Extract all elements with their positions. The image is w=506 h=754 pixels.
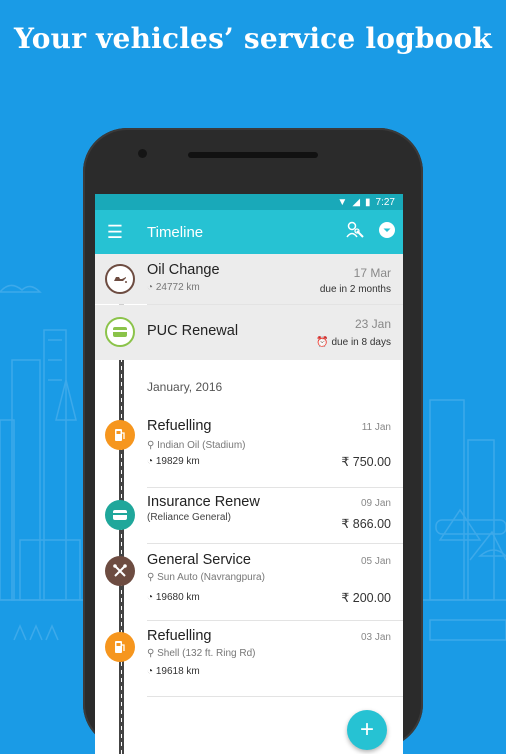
status-bar: ▼ ◢ ▮ 7:27 [95,194,403,210]
entry-date: 03 Jan [360,632,391,643]
reminder-due: due in 2 months [319,284,391,295]
card-icon [105,500,135,530]
speedometer-icon: ◔ [147,282,154,293]
fuel-icon [105,420,135,450]
reminder-title: Oil Change [147,262,220,278]
odometer: ◔ 19680 km [147,592,200,603]
reminder-title: PUC Renewal [147,323,239,339]
oil-can-icon [105,264,135,294]
app-bar: ☰ Timeline [95,210,403,254]
entry-amount: ₹ 750.00 [341,455,391,469]
timeline: Oil Change ◔ 24772 km 17 Mar due in 2 mo… [95,254,403,754]
entry-date: 05 Jan [360,556,391,567]
battery-icon: ▮ [365,196,371,208]
entry-title: Refuelling [147,418,212,434]
timeline-entry[interactable]: General Service 05 Jan ⚲ Sun Auto (Navra… [95,550,403,620]
hamburger-icon[interactable]: ☰ [95,222,135,243]
entry-title: General Service [147,552,251,568]
entry-amount: ₹ 866.00 [341,517,391,531]
location-pin-icon: ⚲ [147,572,155,583]
speedometer-icon: ◔ [147,456,154,467]
chevron-down-icon[interactable] [371,221,403,244]
card-icon [105,317,135,347]
wrench-icon [105,556,135,586]
status-time: 7:27 [375,196,395,208]
entry-location: ⚲ Indian Oil (Stadium) [147,440,246,451]
reminder-item[interactable]: PUC Renewal 23 Jan ⏰ due in 8 days [95,305,403,360]
entry-location: (Reliance General) [147,512,231,523]
divider [147,620,403,621]
divider [147,487,403,488]
divider [147,696,403,697]
reminder-item[interactable]: Oil Change ◔ 24772 km 17 Mar due in 2 mo… [95,254,403,304]
divider [147,543,403,544]
odometer: ◔ 19618 km [147,666,200,677]
wifi-icon: ▼ [337,196,348,208]
entry-title: Insurance Renew [147,494,260,510]
signal-icon: ◢ [352,196,361,208]
entry-location: ⚲ Shell (132 ft. Ring Rd) [147,648,256,659]
phone-frame: ▼ ◢ ▮ 7:27 ☰ Timeline Oil Change ◔ 24772… [83,128,423,754]
camera-icon [138,149,147,158]
entry-date: 11 Jan [361,422,391,433]
entry-title: Refuelling [147,628,212,644]
timeline-entry[interactable]: Refuelling 03 Jan ⚲ Shell (132 ft. Ring … [95,626,403,696]
reminder-due: ⏰ due in 8 days [316,337,391,348]
mechanic-icon[interactable] [339,220,371,245]
reminder-date: 17 Mar [353,266,391,280]
speedometer-icon: ◔ [147,592,154,603]
timeline-entry[interactable]: Refuelling 11 Jan ⚲ Indian Oil (Stadium)… [95,414,403,482]
entry-date: 09 Jan [360,498,391,509]
speedometer-icon: ◔ [147,666,154,677]
fuel-icon [105,632,135,662]
page-title: Timeline [147,223,204,241]
entry-location: ⚲ Sun Auto (Navrangpura) [147,572,265,583]
app-screen: ▼ ◢ ▮ 7:27 ☰ Timeline Oil Change ◔ 24772… [95,194,403,754]
timeline-entry[interactable]: Insurance Renew (Reliance General) 09 Ja… [95,494,403,548]
odometer: ◔ 24772 km [147,282,200,293]
odometer: ◔ 19829 km [147,456,200,467]
add-entry-button[interactable]: + [347,710,387,750]
alarm-clock-icon: ⏰ [316,337,329,348]
speaker-grille [188,152,318,158]
entry-amount: ₹ 200.00 [341,591,391,605]
location-pin-icon: ⚲ [147,440,155,451]
reminder-date: 23 Jan [354,317,391,331]
headline: Your vehicles’ service logbook [14,22,492,55]
location-pin-icon: ⚲ [147,648,155,659]
month-header: January, 2016 [147,380,223,394]
